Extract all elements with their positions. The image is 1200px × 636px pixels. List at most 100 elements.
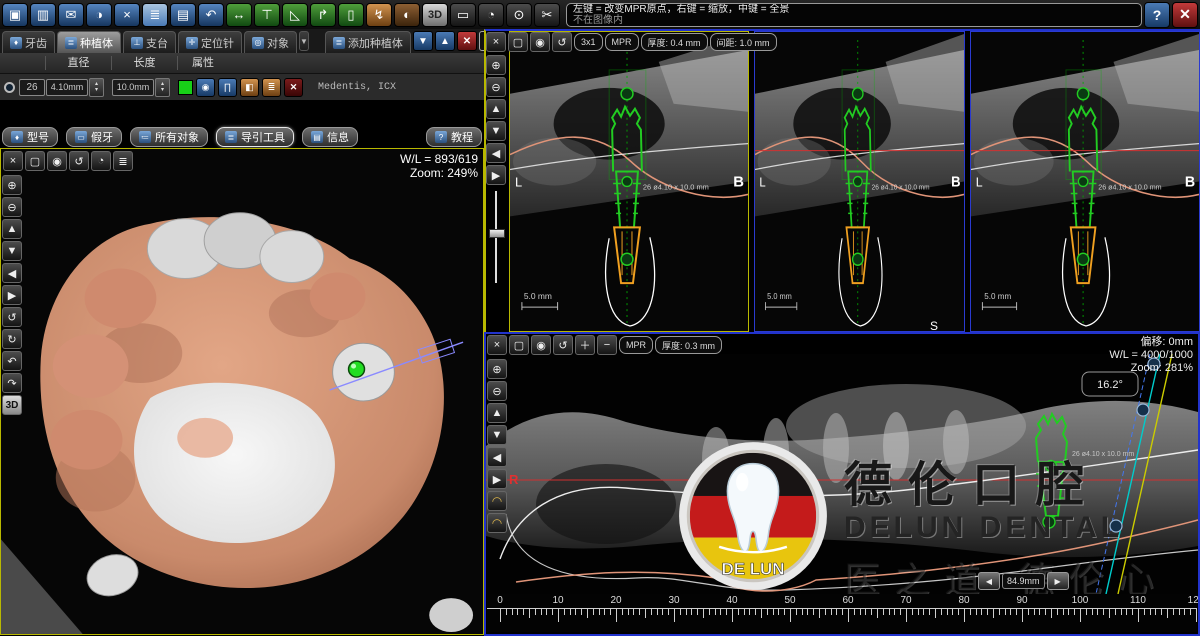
mpr-fullscreen-button[interactable]: ▢: [508, 32, 528, 52]
view3d-pan-up-button[interactable]: ▲: [2, 219, 22, 239]
view3d-snapshot-button[interactable]: ◉: [47, 151, 67, 171]
pano-tools-button[interactable]: ×: [487, 335, 507, 355]
mpr-zoom-out-button[interactable]: ⊖: [486, 77, 506, 97]
mpr-snapshot-button[interactable]: ◉: [530, 32, 550, 52]
line-handle[interactable]: [1110, 520, 1122, 532]
move-up-button[interactable]: ▲: [435, 31, 455, 51]
close-button[interactable]: ✕: [1172, 2, 1198, 28]
all-objects-button[interactable]: ≔ 所有对象: [130, 127, 208, 147]
tooth-number-field[interactable]: 26: [19, 79, 45, 96]
report-button[interactable]: ▤: [170, 3, 196, 27]
view3d-roll-left-button[interactable]: ↶: [2, 351, 22, 371]
tutorial-button[interactable]: ? 教程: [426, 127, 482, 147]
view-3d[interactable]: ×▢◉↺◔≣ W/L = 893/619 Zoom: 249% ⊕⊖▲▼◀▶↺↻…: [0, 148, 484, 635]
view3d-skin-button[interactable]: ◔: [91, 151, 111, 171]
view3d-roll-right-button[interactable]: ↷: [2, 373, 22, 393]
mpr-slice-view-3[interactable]: 26 ø4.10 x 10.0 mm5.0 mmLB: [970, 31, 1200, 332]
mpr-slice-slider[interactable]: [491, 191, 501, 283]
export-button[interactable]: ↱: [310, 3, 336, 27]
tab-object[interactable]: ◎ 对象: [244, 31, 297, 53]
measure-line-button[interactable]: ⊤: [254, 3, 280, 27]
pano-image-canvas[interactable]: 26 ø4.10 x 10.0 mm 16.2°: [486, 354, 1198, 594]
mpr-pan-up-button[interactable]: ▲: [486, 99, 506, 119]
info-button[interactable]: ▤ 信息: [302, 127, 358, 147]
view3d-pan-left-button[interactable]: ◀: [2, 263, 22, 283]
mpr-reset-button[interactable]: ↺: [552, 32, 572, 52]
length-arrows[interactable]: ▴▾: [155, 78, 170, 97]
delete-button[interactable]: ▯: [338, 3, 364, 27]
pano-reset-button[interactable]: ↺: [553, 335, 573, 355]
implant-select-radio[interactable]: [4, 82, 15, 93]
axis-marker-bottom[interactable]: [621, 253, 633, 265]
model-button[interactable]: ♦ 型号: [2, 127, 58, 147]
visibility-icon[interactable]: ◉: [196, 78, 215, 97]
settings-button[interactable]: ◑: [86, 3, 112, 27]
view3d-pan-right-button[interactable]: ▶: [2, 285, 22, 305]
slice-spacing-button[interactable]: 间距: 1.0 mm: [710, 33, 777, 51]
pano-snapshot-button[interactable]: ◉: [531, 335, 551, 355]
slice-thickness-button[interactable]: 厚度: 0.4 mm: [641, 33, 708, 51]
slider-handle[interactable]: [489, 229, 505, 238]
cut-button[interactable]: ✂: [534, 3, 560, 27]
tab-teeth[interactable]: ♦ 牙齿: [2, 31, 55, 53]
tab-abutment[interactable]: ⊥ 支台: [123, 31, 176, 53]
length-value[interactable]: 10.0mm: [112, 79, 154, 96]
mpr-pan-left-button[interactable]: ◀: [486, 143, 506, 163]
diameter-value[interactable]: 4.10mm: [46, 79, 88, 96]
panoramic-section[interactable]: ×▢◉↺＋− MPR 厚度: 0.3 mm 偏移: 0mm W/L = 4000…: [484, 332, 1200, 636]
implant-row[interactable]: 26 4.10mm ▴▾ 10.0mm ▴▾ ◉ ∏ ◧ ≣ ✕ Medenti…: [0, 74, 484, 100]
diameter-arrows[interactable]: ▴▾: [89, 78, 104, 97]
view3d-implant-visibility-button[interactable]: ≣: [113, 151, 133, 171]
view3d-zoom-out-button[interactable]: ⊖: [2, 197, 22, 217]
length-spinner[interactable]: 10.0mm ▴▾: [112, 78, 178, 97]
delete-object-button[interactable]: ✕: [457, 31, 477, 51]
pano-pan-left-button[interactable]: ◀: [487, 447, 507, 467]
guide-tools-button[interactable]: ≣ 导引工具: [216, 127, 294, 147]
mpr-tools-button[interactable]: ×: [486, 32, 506, 52]
jaw-arch-button[interactable]: ▭: [450, 3, 476, 27]
implant-marker[interactable]: [1043, 516, 1055, 528]
axis-marker-bottom[interactable]: [1077, 253, 1088, 265]
implant-color-swatch[interactable]: [178, 80, 193, 95]
tab-pin[interactable]: ✛ 定位针: [178, 31, 242, 53]
mpr-slice-view-2[interactable]: 26 ø4.10 x 10.0 mm5.0 mmLB: [754, 31, 965, 332]
help-button[interactable]: ?: [1144, 2, 1170, 28]
save-button[interactable]: ▥: [30, 3, 56, 27]
view3d-reset-button[interactable]: ↺: [69, 151, 89, 171]
view3d-tools-button[interactable]: ×: [3, 151, 23, 171]
view3d-mode-3d-button[interactable]: 3D: [2, 395, 22, 415]
search-settings-button[interactable]: ⊙: [506, 3, 532, 27]
mpr-zoom-in-button[interactable]: ⊕: [486, 55, 506, 75]
contrast-button[interactable]: ◐: [394, 3, 420, 27]
implant-marker[interactable]: [1046, 461, 1057, 472]
axis-marker-mid[interactable]: [1078, 177, 1088, 187]
diameter-spinner[interactable]: 4.10mm ▴▾: [46, 78, 112, 97]
axis-marker-top[interactable]: [853, 88, 863, 100]
line-handle[interactable]: [1137, 404, 1149, 416]
mpr-mode-button[interactable]: MPR: [605, 33, 639, 51]
view3d-rotate-cw-button[interactable]: ↻: [2, 329, 22, 349]
tab-overflow-caret[interactable]: ▼: [299, 31, 309, 51]
layout-3x1-button[interactable]: 3x1: [574, 33, 603, 51]
move-down-button[interactable]: ▼: [413, 31, 433, 51]
axis-marker-bottom[interactable]: [853, 253, 863, 265]
undo-button[interactable]: ↶: [198, 3, 224, 27]
mpr-slice-view-1[interactable]: 26 ø4.10 x 10.0 mm5.0 mmLB: [509, 31, 749, 332]
pano-pan-up-button[interactable]: ▲: [487, 403, 507, 423]
add-implant-button[interactable]: ≣ 添加种植体: [325, 31, 411, 53]
pano-thickness-button[interactable]: 厚度: 0.3 mm: [655, 336, 722, 354]
measure-angle-button[interactable]: ◺: [282, 3, 308, 27]
pano-zoom-in-button[interactable]: ⊕: [487, 359, 507, 379]
tab-implant[interactable]: ≣ 种植体: [57, 31, 121, 53]
axis-marker-mid[interactable]: [622, 177, 632, 187]
implant-library-button[interactable]: ≣: [142, 3, 168, 27]
mode-3d-button[interactable]: 3D: [422, 3, 448, 27]
pano-zoom-plus-button[interactable]: ＋: [575, 335, 595, 355]
model-3d-canvas[interactable]: [1, 149, 483, 634]
lock-icon[interactable]: ∏: [218, 78, 237, 97]
nav-next-button[interactable]: ▶: [1047, 572, 1069, 590]
tools-button[interactable]: ×: [114, 3, 140, 27]
pano-fullscreen-button[interactable]: ▢: [509, 335, 529, 355]
axis-marker-top[interactable]: [621, 88, 633, 100]
drill-tool-button[interactable]: ↯: [366, 3, 392, 27]
